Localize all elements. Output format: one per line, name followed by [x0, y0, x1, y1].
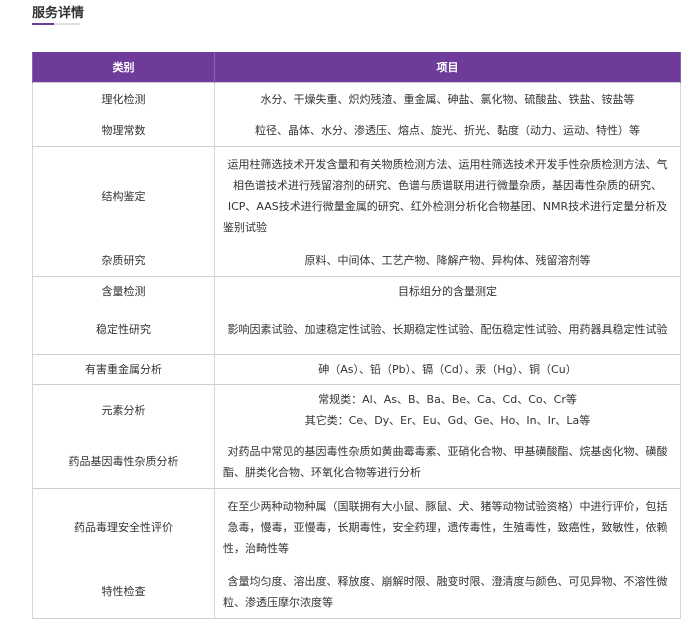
table-row: 药品基因毒性杂质分析 对药品中常见的基因毒性杂质如黄曲霉毒素、亚硝化合物、甲基磺…: [32, 436, 681, 488]
section-title-underline: [32, 23, 80, 25]
row-items: 目标组分的含量测定: [214, 275, 681, 306]
row-items: 影响因素试验、加速稳定性试验、长期稳定性试验、配伍稳定性试验、用药器具稳定性试验: [214, 306, 681, 354]
header-category: 类别: [32, 52, 215, 82]
section-title-accent: [32, 23, 54, 25]
header-items: 项目: [214, 52, 681, 82]
row-items: 常规类：Al、As、B、Ba、Be、Ca、Cd、Co、Cr等 其它类：Ce、Dy…: [214, 383, 681, 436]
service-details-table: 类别 项目 理化检测 水分、干燥失重、炽灼残渣、重金属、砷盐、氯化物、硫酸盐、铁…: [32, 52, 681, 619]
row-items: 粒径、晶体、水分、渗透压、熔点、旋光、折光、黏度（动力、运动、特性）等: [214, 116, 681, 146]
row-category: 药品基因毒性杂质分析: [32, 436, 215, 488]
row-category: 有害重金属分析: [32, 353, 215, 384]
row-category: 药品毒理安全性评价: [32, 487, 215, 566]
row-items: 水分、干燥失重、炽灼残渣、重金属、砷盐、氯化物、硫酸盐、铁盐、铵盐等: [214, 81, 681, 116]
table-row: 物理常数 粒径、晶体、水分、渗透压、熔点、旋光、折光、黏度（动力、运动、特性）等: [32, 116, 681, 146]
table-row: 药品毒理安全性评价 在至少两种动物种属（国联拥有大小鼠、豚鼠、犬、猪等动物试验资…: [32, 487, 681, 566]
row-items: 对药品中常见的基因毒性杂质如黄曲霉毒素、亚硝化合物、甲基磺酸酯、烷基卤化物、磺酸…: [214, 436, 681, 488]
row-items: 在至少两种动物种属（国联拥有大小鼠、豚鼠、犬、猪等动物试验资格）中进行评价，包括…: [214, 487, 681, 566]
table-row: 稳定性研究 影响因素试验、加速稳定性试验、长期稳定性试验、配伍稳定性试验、用药器…: [32, 306, 681, 354]
table-row: 含量检测 目标组分的含量测定: [32, 275, 681, 306]
table-row: 结构鉴定 运用柱筛选技术开发含量和有关物质检测方法、运用柱筛选技术开发手性杂质检…: [32, 145, 681, 246]
row-category: 杂质研究: [32, 246, 215, 276]
row-category: 含量检测: [32, 275, 215, 306]
row-items: 砷（As）、铅（Pb）、镉（Cd）、汞（Hg）、铜（Cu）: [214, 353, 681, 384]
table-row: 元素分析 常规类：Al、As、B、Ba、Be、Ca、Cd、Co、Cr等 其它类：…: [32, 383, 681, 436]
row-category: 元素分析: [32, 383, 215, 436]
row-items: 含量均匀度、溶出度、释放度、崩解时限、融变时限、澄清度与颜色、可见异物、不溶性微…: [214, 566, 681, 619]
items-line-other: 其它类：Ce、Dy、Er、Eu、Gd、Ge、Ho、In、Ir、La等: [304, 414, 591, 428]
row-category: 稳定性研究: [32, 306, 215, 354]
table-row: 特性检查 含量均匀度、溶出度、释放度、崩解时限、融变时限、澄清度与颜色、可见异物…: [32, 566, 681, 619]
table-row: 理化检测 水分、干燥失重、炽灼残渣、重金属、砷盐、氯化物、硫酸盐、铁盐、铵盐等: [32, 81, 681, 116]
table-header-row: 类别 项目: [32, 52, 681, 82]
table-row: 杂质研究 原料、中间体、工艺产物、降解产物、异构体、残留溶剂等: [32, 246, 681, 276]
table-row: 有害重金属分析 砷（As）、铅（Pb）、镉（Cd）、汞（Hg）、铜（Cu）: [32, 353, 681, 384]
row-category: 结构鉴定: [32, 145, 215, 246]
items-line-regular: 常规类：Al、As、B、Ba、Be、Ca、Cd、Co、Cr等: [318, 393, 577, 407]
row-category: 理化检测: [32, 81, 215, 116]
row-items: 运用柱筛选技术开发含量和有关物质检测方法、运用柱筛选技术开发手性杂质检测方法、气…: [214, 145, 681, 246]
row-category: 物理常数: [32, 116, 215, 146]
section-header: 服务详情: [32, 6, 84, 22]
row-category: 特性检查: [32, 566, 215, 619]
row-items: 原料、中间体、工艺产物、降解产物、异构体、残留溶剂等: [214, 246, 681, 276]
section-title: 服务详情: [32, 6, 85, 21]
